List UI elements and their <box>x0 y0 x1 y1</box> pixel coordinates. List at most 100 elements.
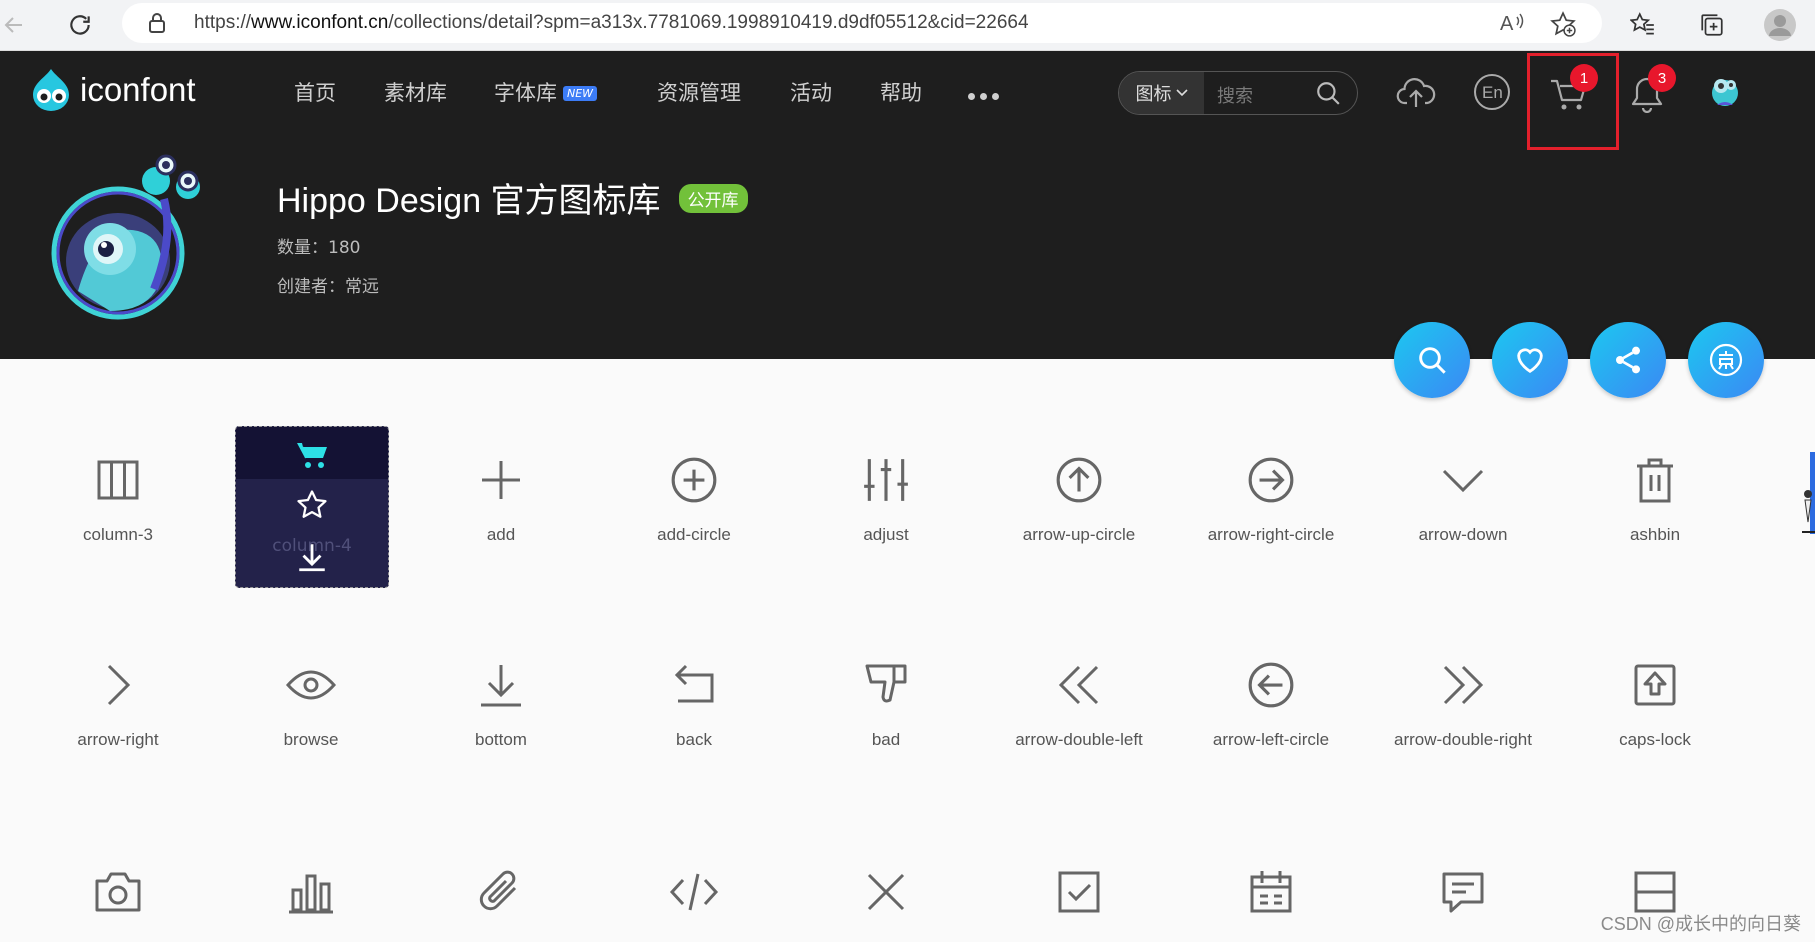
icon-label: arrow-left-circle <box>1212 730 1330 749</box>
collection-title: Hippo Design 官方图标库 公开库 <box>277 173 748 222</box>
icon-label: bad <box>871 730 901 749</box>
nav-item-help[interactable]: 帮助 <box>880 77 922 107</box>
icon-label: arrow-up-circle <box>1022 525 1136 544</box>
iconfont-logo-icon <box>33 69 69 111</box>
icon-label: back <box>676 730 712 749</box>
count-value: 180 <box>328 238 361 258</box>
nav-item-fonts[interactable]: 字体库 NEW <box>494 77 598 107</box>
nav-item-activities[interactable]: 活动 <box>790 77 832 107</box>
new-badge: NEW <box>563 86 598 101</box>
icon-label: arrow-down <box>1418 525 1508 544</box>
icon-card[interactable]: bottom <box>425 655 577 815</box>
icon-card[interactable]: column-3 <box>42 450 194 610</box>
url-text[interactable]: https://www.iconfont.cn/collections/deta… <box>194 12 1029 34</box>
nav-item-home[interactable]: 首页 <box>294 77 336 107</box>
icon-card[interactable]: bad <box>810 655 962 815</box>
icon-card[interactable] <box>1387 862 1539 922</box>
search-icon[interactable] <box>1315 80 1341 110</box>
icon-card[interactable] <box>1195 862 1347 922</box>
add-favorite-icon[interactable] <box>1550 11 1576 41</box>
side-widget-icon[interactable] <box>1798 452 1815 534</box>
icon-label: arrow-right <box>77 730 159 749</box>
icon-card[interactable] <box>42 862 194 922</box>
reward-collection-button[interactable] <box>1688 322 1764 398</box>
favorite-collection-button[interactable] <box>1492 322 1568 398</box>
search-scope-select[interactable]: 图标 <box>1119 72 1204 114</box>
icon-card[interactable]: arrow-right <box>42 655 194 815</box>
arrow-down-icon <box>1433 450 1493 510</box>
icon-card[interactable]: arrow-up-circle <box>1003 450 1155 610</box>
browser-toolbar: https://www.iconfont.cn/collections/deta… <box>0 0 1815 51</box>
address-bar[interactable]: https://www.iconfont.cn/collections/deta… <box>122 3 1602 43</box>
arrow-double-left-icon <box>1049 655 1109 715</box>
creator-value[interactable]: 常远 <box>345 277 379 297</box>
close-icon <box>856 862 916 922</box>
comment-icon <box>1433 862 1493 922</box>
icon-card[interactable]: ashbin <box>1579 450 1731 610</box>
search-scope-label: 图标 <box>1135 84 1172 105</box>
icon-card[interactable]: adjust <box>810 450 962 610</box>
add-icon <box>471 450 531 510</box>
icon-card[interactable]: arrow-double-right <box>1387 655 1539 815</box>
add-to-cart-icon[interactable] <box>294 437 330 473</box>
icon-card[interactable] <box>618 862 770 922</box>
code-icon <box>664 862 724 922</box>
icon-card[interactable]: add-circle <box>618 450 770 610</box>
heart-icon <box>1517 348 1543 374</box>
bad-icon <box>856 655 916 715</box>
refresh-icon[interactable] <box>62 7 98 43</box>
icon-card[interactable]: caps-lock <box>1579 655 1731 815</box>
count-label: 数量： <box>277 238 328 258</box>
favorites-icon[interactable] <box>1625 7 1661 43</box>
chevron-down-icon <box>1175 89 1188 97</box>
adjust-icon <box>856 450 916 510</box>
collection-count: 数量：180 <box>277 233 360 258</box>
icon-card[interactable]: browse <box>235 655 387 815</box>
share-collection-button[interactable] <box>1590 322 1666 398</box>
back-icon[interactable] <box>0 7 32 43</box>
search-icon <box>1419 347 1446 374</box>
collect-star-icon[interactable] <box>294 487 330 523</box>
calendar-icon <box>1241 862 1301 922</box>
icon-card[interactable]: arrow-double-left <box>1003 655 1155 815</box>
icon-card[interactable] <box>810 862 962 922</box>
bar-chart-icon <box>281 862 341 922</box>
site-logo[interactable]: iconfont <box>28 68 196 112</box>
nav-item-resources[interactable]: 资源管理 <box>657 77 741 107</box>
collections-icon[interactable] <box>1694 7 1730 43</box>
search-input[interactable]: 搜索 <box>1217 82 1253 108</box>
icon-card[interactable] <box>425 862 577 922</box>
collection-title-text: Hippo Design 官方图标库 <box>277 182 661 220</box>
collection-header: iconfont 首页 素材库 字体库 NEW 资源管理 活动 帮助 图标 搜索 … <box>0 51 1815 398</box>
language-en-icon[interactable]: En <box>1473 73 1511 115</box>
cart-count-badge: 1 <box>1570 64 1598 92</box>
search-collection-button[interactable] <box>1394 322 1470 398</box>
icon-card[interactable]: arrow-right-circle <box>1195 450 1347 610</box>
profile-icon[interactable] <box>1762 7 1798 43</box>
icon-label: caps-lock <box>1619 730 1691 749</box>
icon-card[interactable]: arrow-down <box>1387 450 1539 610</box>
read-aloud-icon[interactable]: A <box>1500 11 1526 39</box>
icon-card-hovered[interactable]: column-4 <box>235 426 389 588</box>
column-3-icon <box>88 450 148 510</box>
icon-card[interactable]: add <box>425 450 577 610</box>
icon-card[interactable] <box>235 862 387 922</box>
arrow-left-circle-icon <box>1241 655 1301 715</box>
nav-item-fonts-label: 字体库 <box>494 81 557 105</box>
icon-card[interactable] <box>1003 862 1155 922</box>
watermark: CSDN @成长中的向日葵 <box>1600 914 1801 934</box>
more-menu-icon[interactable] <box>968 93 999 100</box>
icon-card[interactable]: arrow-left-circle <box>1195 655 1347 815</box>
nav-item-materials[interactable]: 素材库 <box>384 77 447 107</box>
icon-label: add <box>486 525 516 544</box>
upload-cloud-icon[interactable] <box>1396 73 1436 117</box>
camera-icon <box>88 862 148 922</box>
paperclip-icon <box>471 862 531 922</box>
reward-icon <box>1709 343 1743 377</box>
user-avatar[interactable] <box>1705 71 1745 115</box>
lock-icon[interactable] <box>148 13 166 37</box>
icon-card[interactable]: back <box>618 655 770 815</box>
site-search: 图标 搜索 <box>1118 71 1358 115</box>
visibility-badge: 公开库 <box>678 184 748 213</box>
arrow-right-circle-icon <box>1241 450 1301 510</box>
